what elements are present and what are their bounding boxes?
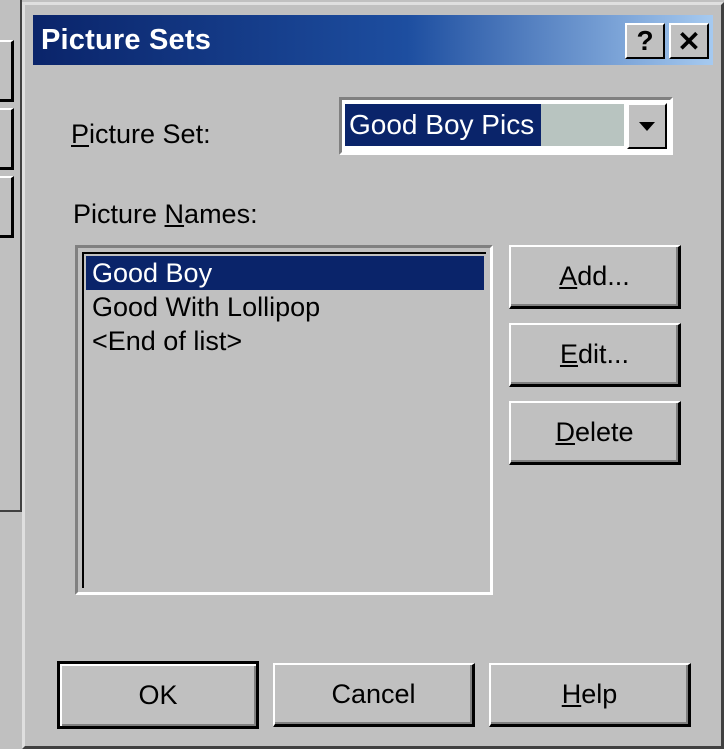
- edit-button[interactable]: Edit...: [509, 323, 681, 387]
- list-item[interactable]: <End of list>: [86, 324, 484, 358]
- parent-window-edge: [0, 0, 22, 512]
- add-button[interactable]: Add...: [509, 245, 681, 309]
- dialog-title: Picture Sets: [41, 23, 212, 56]
- picture-names-list-content: Good Boy Good With Lollipop <End of list…: [82, 252, 486, 588]
- title-bar[interactable]: Picture Sets ? ✕: [33, 15, 713, 65]
- picture-sets-dialog: Picture Sets ? ✕ Picture Set: Good Boy P…: [22, 2, 724, 749]
- ok-button[interactable]: OK: [57, 661, 259, 729]
- cancel-button[interactable]: Cancel: [273, 663, 475, 727]
- help-button[interactable]: Help: [489, 663, 691, 727]
- dropdown-arrow-button[interactable]: [627, 103, 667, 149]
- close-icon[interactable]: ✕: [669, 23, 709, 59]
- help-question-icon[interactable]: ?: [625, 23, 665, 59]
- picture-set-label: Picture Set:: [71, 119, 211, 149]
- picture-set-selected-value[interactable]: Good Boy Pics: [345, 104, 541, 146]
- combo-field-background: [541, 104, 624, 146]
- list-item[interactable]: Good With Lollipop: [86, 290, 484, 324]
- parent-button-2[interactable]: [0, 108, 14, 170]
- parent-button-3[interactable]: [0, 176, 14, 238]
- picture-set-dropdown[interactable]: Good Boy Pics: [339, 97, 673, 155]
- picture-names-list[interactable]: Good Boy Good With Lollipop <End of list…: [75, 245, 493, 595]
- screen: Picture Sets ? ✕ Picture Set: Good Boy P…: [0, 0, 724, 749]
- delete-button[interactable]: Delete: [509, 401, 681, 465]
- picture-names-label: Picture Names:: [73, 199, 258, 229]
- parent-button-1[interactable]: [0, 40, 14, 102]
- chevron-down-icon: [639, 121, 655, 131]
- list-item[interactable]: Good Boy: [86, 256, 484, 290]
